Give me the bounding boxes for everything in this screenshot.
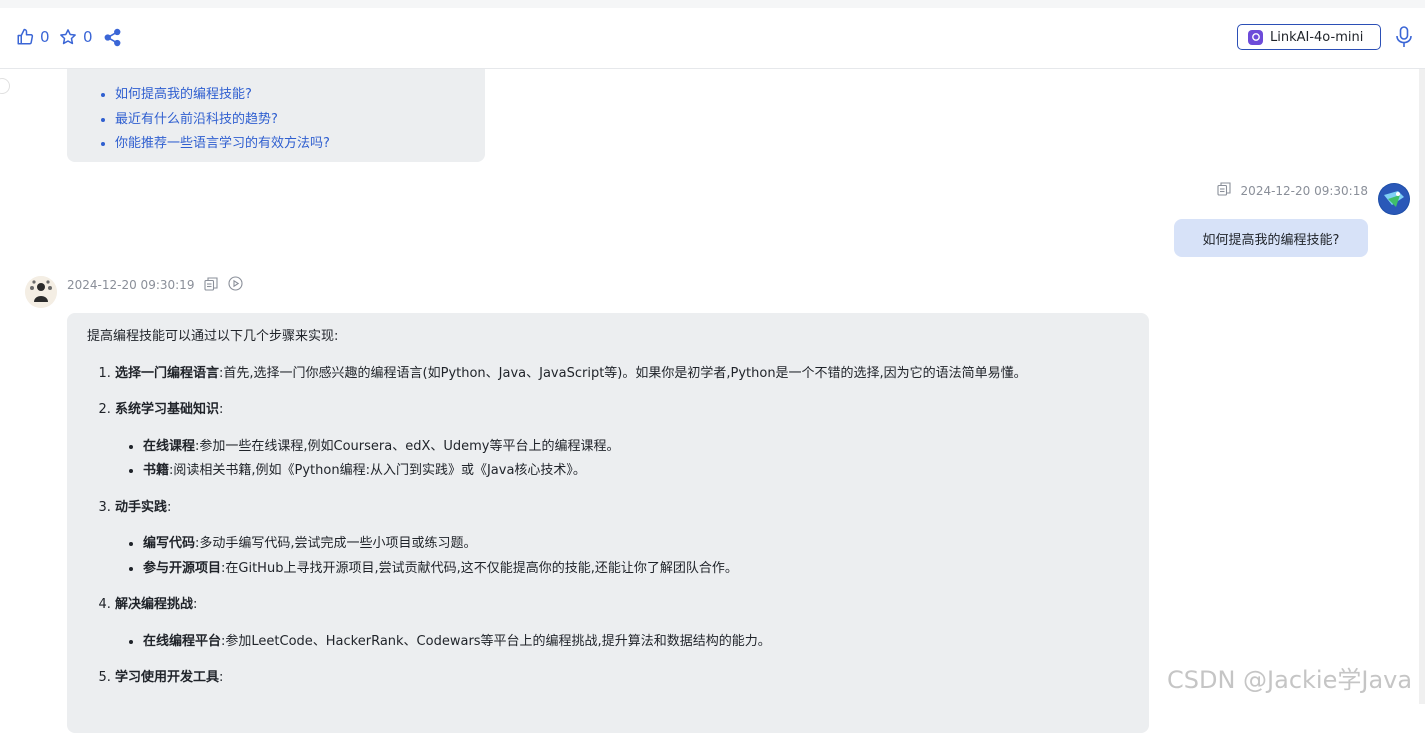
microphone-button[interactable] bbox=[1395, 26, 1413, 52]
share-button[interactable] bbox=[103, 28, 122, 47]
step-item: 动手实践: 编写代码:多动手编写代码,尝试完成一些小项目或练习题。 参与开源项目… bbox=[115, 496, 1129, 582]
microphone-icon bbox=[1395, 26, 1413, 52]
collapse-handle[interactable] bbox=[0, 78, 10, 94]
star-count: 0 bbox=[83, 28, 93, 46]
thumbs-up-icon bbox=[16, 28, 34, 46]
step-title: 动手实践 bbox=[115, 499, 168, 515]
step-item: 选择一门编程语言:首先,选择一门你感兴趣的编程语言(如Python、Java、J… bbox=[115, 362, 1129, 387]
top-strip bbox=[0, 0, 1425, 8]
toolbar: 0 0 LinkAI-4o-mini bbox=[0, 8, 1425, 69]
copy-icon[interactable] bbox=[204, 276, 219, 294]
step-title: 学习使用开发工具 bbox=[115, 670, 220, 685]
like-button[interactable]: 0 bbox=[16, 28, 50, 46]
user-timestamp: 2024-12-20 09:30:18 bbox=[1240, 183, 1368, 198]
substep-title: 书籍 bbox=[143, 463, 170, 478]
model-name: LinkAI-4o-mini bbox=[1270, 29, 1364, 45]
step-text: :首先,选择一门你感兴趣的编程语言(如Python、Java、JavaScrip… bbox=[219, 365, 1027, 381]
suggestion-list: 如何提高我的编程技能? 最近有什么前沿科技的趋势? 你能推荐一些语言学习的有效方… bbox=[67, 83, 330, 157]
substep-text: :参加一些在线课程,例如Coursera、edX、Udemy等平台上的编程课程。 bbox=[195, 438, 620, 454]
suggestion-item[interactable]: 最近有什么前沿科技的趋势? bbox=[115, 108, 330, 133]
step-title: 解决编程挑战 bbox=[115, 597, 194, 612]
watermark: CSDN @Jackie学Java bbox=[1167, 666, 1413, 694]
step-text: : bbox=[219, 670, 224, 685]
step-item: 系统学习基础知识: 在线课程:参加一些在线课程,例如Coursera、edX、U… bbox=[115, 398, 1129, 484]
substep-item: 参与开源项目:在GitHub上寻找开源项目,尝试贡献代码,这不仅能提高你的技能,… bbox=[143, 557, 1129, 582]
substep-text: :在GitHub上寻找开源项目,尝试贡献代码,这不仅能提高你的技能,还能让你了解… bbox=[221, 560, 738, 576]
bot-timestamp: 2024-12-20 09:30:19 bbox=[67, 278, 195, 292]
star-icon bbox=[59, 28, 77, 46]
substep-text: :多动手编写代码,尝试完成一些小项目或练习题。 bbox=[195, 536, 477, 551]
substep-title: 参与开源项目 bbox=[143, 560, 222, 576]
substep-item: 在线课程:参加一些在线课程,例如Coursera、edX、Udemy等平台上的编… bbox=[143, 435, 1129, 460]
model-logo-icon bbox=[1248, 29, 1263, 45]
substep-list: 在线编程平台:参加LeetCode、HackerRank、Codewars等平台… bbox=[115, 630, 1129, 655]
substep-list: 在线课程:参加一些在线课程,例如Coursera、edX、Udemy等平台上的编… bbox=[115, 435, 1129, 484]
suggestion-bubble: 如何提高我的编程技能? 最近有什么前沿科技的趋势? 你能推荐一些语言学习的有效方… bbox=[67, 69, 485, 162]
substep-title: 在线编程平台 bbox=[143, 633, 222, 649]
substep-item: 在线编程平台:参加LeetCode、HackerRank、Codewars等平台… bbox=[143, 630, 1129, 655]
bot-message-meta: 2024-12-20 09:30:19 bbox=[67, 276, 244, 294]
user-message-meta: 2024-12-20 09:30:18 bbox=[1216, 182, 1368, 199]
step-item: 学习使用开发工具: bbox=[115, 666, 1129, 691]
bot-message-bubble: 提高编程技能可以通过以下几个步骤来实现: 选择一门编程语言:首先,选择一门你感兴… bbox=[67, 313, 1149, 733]
step-item: 解决编程挑战: 在线编程平台:参加LeetCode、HackerRank、Cod… bbox=[115, 593, 1129, 654]
substep-text: :参加LeetCode、HackerRank、Codewars等平台上的编程挑战… bbox=[221, 633, 771, 649]
substep-text: :阅读相关书籍,例如《Python编程:从入门到实践》或《Java核心技术》。 bbox=[169, 463, 586, 478]
step-title: 系统学习基础知识 bbox=[115, 402, 220, 417]
favorite-button[interactable]: 0 bbox=[59, 28, 93, 46]
suggestion-item[interactable]: 你能推荐一些语言学习的有效方法吗? bbox=[115, 132, 330, 157]
copy-icon[interactable] bbox=[1216, 182, 1231, 199]
steps-list: 选择一门编程语言:首先,选择一门你感兴趣的编程语言(如Python、Java、J… bbox=[87, 362, 1129, 691]
suggestion-item[interactable]: 如何提高我的编程技能? bbox=[115, 83, 330, 108]
share-icon bbox=[103, 28, 122, 47]
substep-title: 在线课程 bbox=[143, 438, 196, 454]
scrollbar[interactable] bbox=[1419, 69, 1425, 704]
substep-title: 编写代码 bbox=[143, 536, 196, 551]
user-message-text: 如何提高我的编程技能? bbox=[1202, 232, 1340, 248]
user-message-bubble: 如何提高我的编程技能? bbox=[1174, 219, 1368, 257]
step-text: : bbox=[219, 402, 224, 417]
user-avatar bbox=[1378, 183, 1410, 215]
step-text: : bbox=[167, 499, 172, 515]
bot-intro: 提高编程技能可以通过以下几个步骤来实现: bbox=[87, 329, 339, 344]
step-text: : bbox=[193, 597, 198, 612]
step-title: 选择一门编程语言 bbox=[115, 365, 220, 381]
substep-list: 编写代码:多动手编写代码,尝试完成一些小项目或练习题。 参与开源项目:在GitH… bbox=[115, 532, 1129, 581]
model-selector[interactable]: LinkAI-4o-mini bbox=[1237, 24, 1381, 50]
play-icon[interactable] bbox=[228, 276, 244, 294]
substep-item: 编写代码:多动手编写代码,尝试完成一些小项目或练习题。 bbox=[143, 532, 1129, 557]
bot-avatar bbox=[25, 276, 57, 308]
substep-item: 书籍:阅读相关书籍,例如《Python编程:从入门到实践》或《Java核心技术》… bbox=[143, 459, 1129, 484]
like-count: 0 bbox=[40, 28, 50, 46]
